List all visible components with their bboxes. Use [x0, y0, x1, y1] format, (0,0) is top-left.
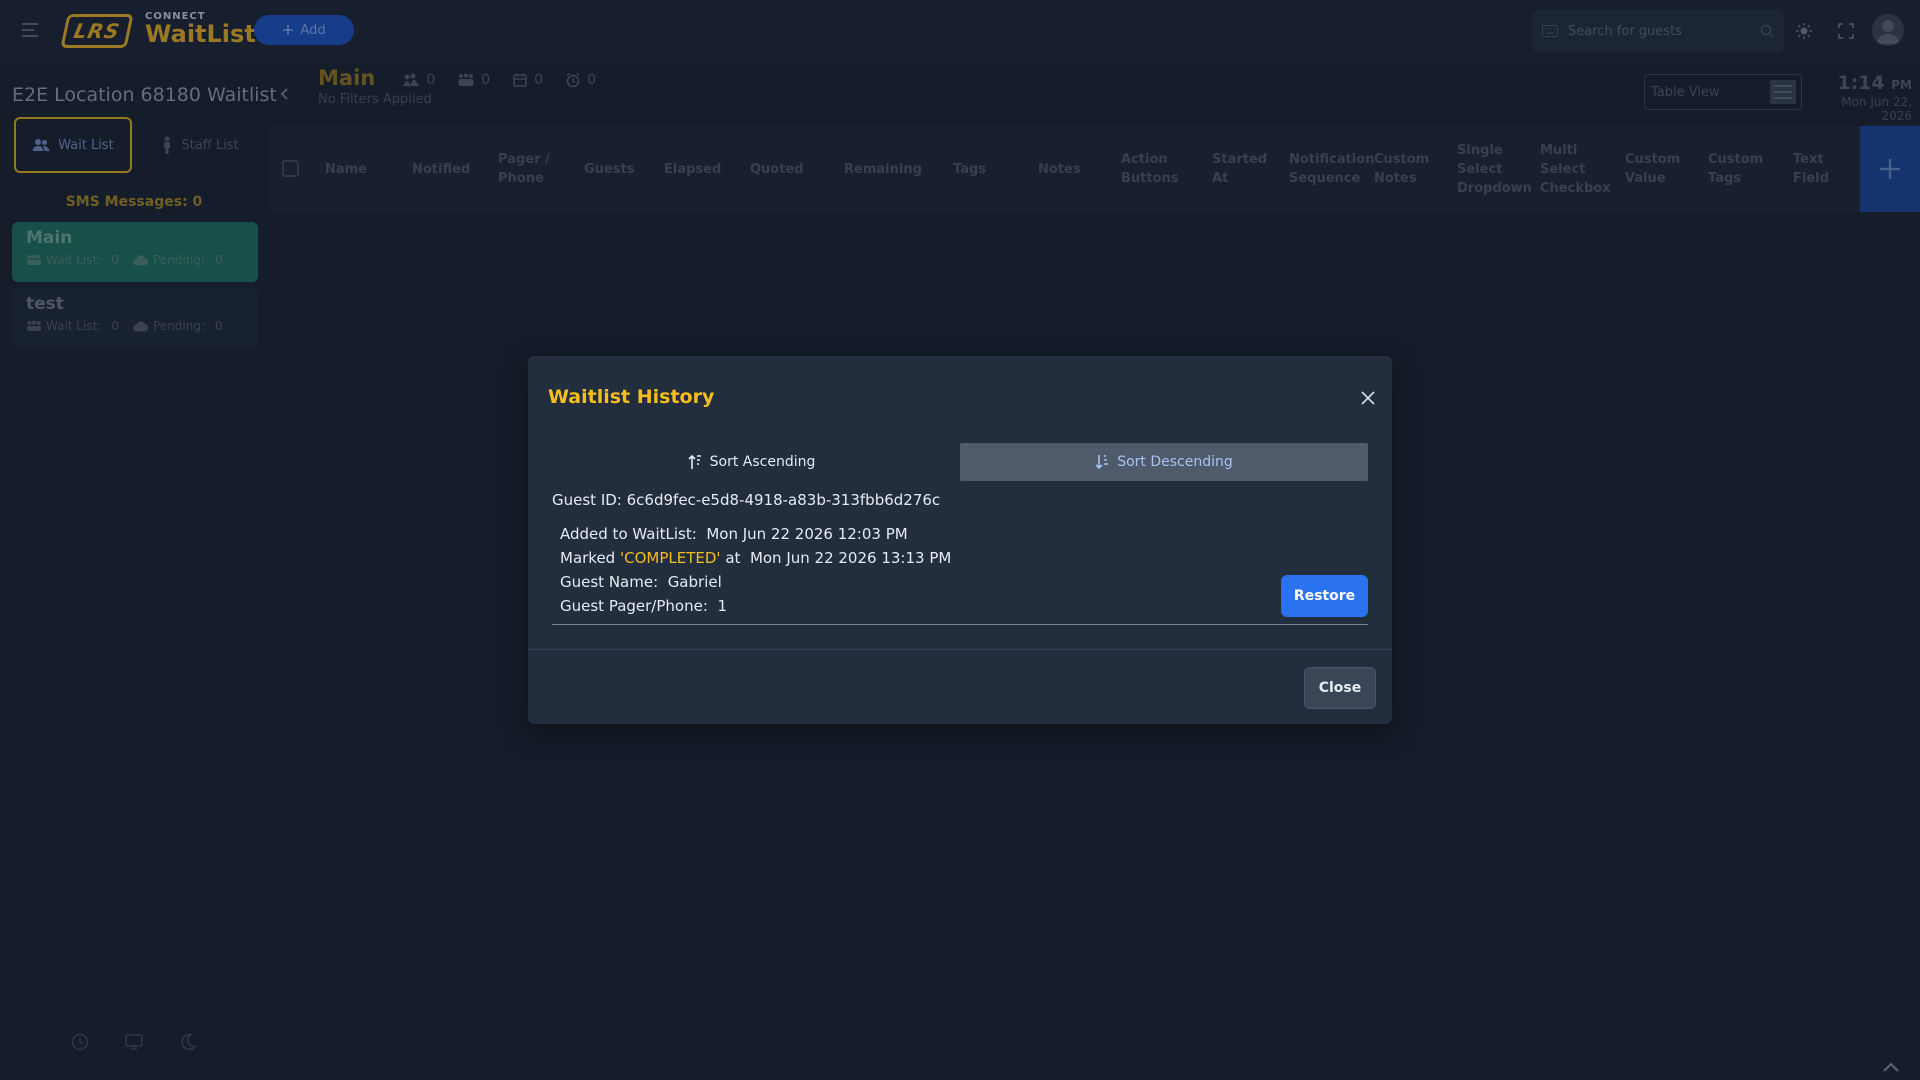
guest-id: Guest ID: 6c6d9fec-e5d8-4918-a83b-313fbb…	[552, 491, 940, 509]
marked-label: Marked	[560, 549, 616, 567]
sort-ascending-button[interactable]: Sort Ascending	[548, 443, 955, 481]
guest-id-label: Guest ID:	[552, 491, 622, 509]
added-label: Added to WaitList:	[560, 525, 697, 543]
restore-button[interactable]: Restore	[1281, 575, 1368, 617]
sort-ascending-label: Sort Ascending	[709, 454, 816, 470]
dialog-title: Waitlist History	[548, 386, 715, 408]
marked-at-label: at	[725, 549, 741, 567]
status-completed: 'COMPLETED'	[619, 549, 721, 567]
history-entry: Added to WaitList: Mon Jun 22 2026 12:03…	[560, 522, 951, 618]
guest-name-label: Guest Name:	[560, 573, 659, 591]
scroll-up-chevron-icon[interactable]	[1882, 1060, 1900, 1074]
sort-ascending-icon	[688, 454, 702, 470]
guest-phone-label: Guest Pager/Phone:	[560, 597, 708, 615]
sort-descending-button[interactable]: Sort Descending	[960, 443, 1368, 481]
footer-divider	[528, 649, 1392, 650]
waitlist-history-dialog: Waitlist History Sort Ascending Sort Des…	[528, 356, 1392, 724]
guest-name-value: Gabriel	[667, 573, 722, 591]
guest-phone-value: 1	[717, 597, 727, 615]
close-button[interactable]: Close	[1304, 667, 1376, 709]
guest-id-value: 6c6d9fec-e5d8-4918-a83b-313fbb6d276c	[626, 491, 941, 509]
marked-value: Mon Jun 22 2026 13:13 PM	[749, 549, 952, 567]
sort-descending-label: Sort Descending	[1117, 454, 1233, 470]
added-value: Mon Jun 22 2026 12:03 PM	[706, 525, 908, 543]
entry-divider	[552, 624, 1368, 625]
sort-descending-icon	[1095, 454, 1109, 470]
close-icon[interactable]	[1360, 390, 1376, 406]
